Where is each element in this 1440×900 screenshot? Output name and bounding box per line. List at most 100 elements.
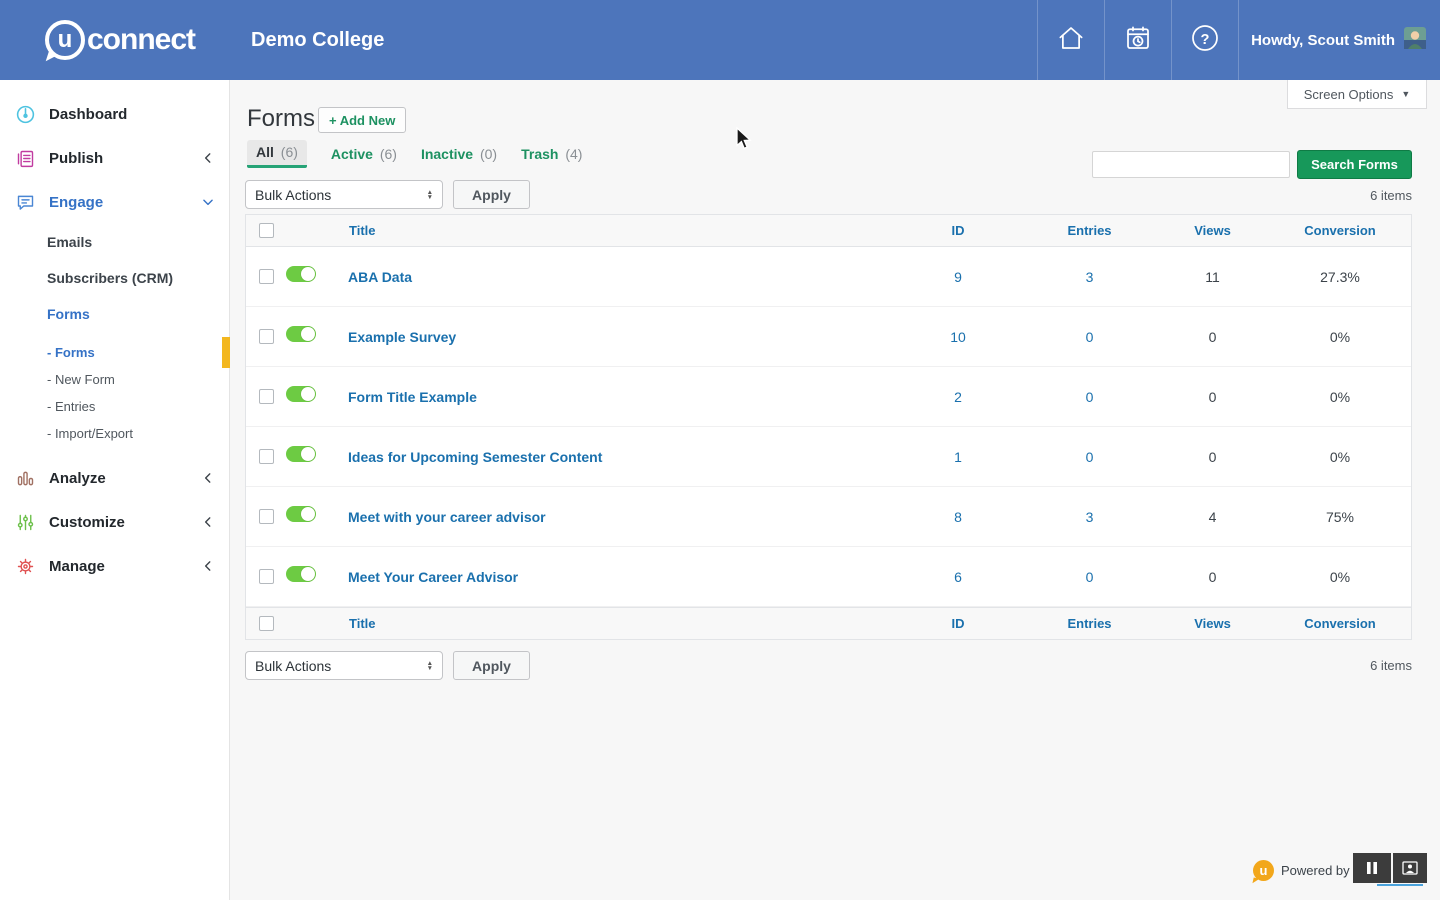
form-title-link[interactable]: Meet with your career advisor	[348, 509, 893, 525]
sidebar-label: - New Form	[47, 372, 115, 387]
video-pause-button[interactable]	[1353, 853, 1391, 883]
form-entries-link[interactable]: 0	[1023, 569, 1156, 585]
status-toggle[interactable]	[286, 506, 316, 522]
column-header-conversion[interactable]: Conversion	[1269, 616, 1411, 631]
sidebar-item-manage[interactable]: Manage	[0, 544, 229, 588]
form-title-link[interactable]: Ideas for Upcoming Semester Content	[348, 449, 893, 465]
help-icon: ?	[1189, 22, 1221, 59]
form-conversion: 0%	[1329, 568, 1351, 585]
form-title-link[interactable]: Form Title Example	[348, 389, 893, 405]
form-id-link[interactable]: 9	[893, 269, 1023, 285]
sidebar-item-emails[interactable]: Emails	[0, 224, 229, 260]
form-title-link[interactable]: Example Survey	[348, 329, 893, 345]
uconnect-logo[interactable]: u connect	[45, 20, 196, 60]
form-entries-link[interactable]: 3	[1023, 269, 1156, 285]
sidebar-item-forms[interactable]: Forms	[0, 296, 229, 332]
tab-count: (4)	[565, 146, 583, 162]
page-title: Forms	[247, 105, 315, 132]
user-menu[interactable]: Howdy, Scout Smith	[1238, 0, 1440, 80]
customize-sliders-icon	[14, 511, 36, 533]
select-all-checkbox[interactable]	[259, 223, 274, 238]
sidebar-label: - Entries	[47, 399, 96, 414]
status-toggle[interactable]	[286, 386, 316, 402]
tab-count: (6)	[379, 146, 397, 162]
tab-inactive[interactable]: Inactive (0)	[421, 142, 497, 168]
form-title-link[interactable]: ABA Data	[348, 269, 893, 285]
sidebar-item-dashboard[interactable]: Dashboard	[0, 92, 229, 136]
apply-button[interactable]: Apply	[453, 651, 530, 680]
row-checkbox[interactable]	[259, 329, 274, 344]
form-views: 4	[1208, 508, 1217, 525]
status-toggle[interactable]	[286, 266, 316, 282]
form-title-link[interactable]: Meet Your Career Advisor	[348, 569, 893, 585]
form-entries-link[interactable]: 0	[1023, 329, 1156, 345]
dashboard-gauge-icon	[14, 103, 36, 125]
sidebar-item-analyze[interactable]: Analyze	[0, 456, 229, 500]
form-conversion: 0%	[1329, 448, 1351, 465]
form-entries-link[interactable]: 0	[1023, 389, 1156, 405]
form-entries-link[interactable]: 3	[1023, 509, 1156, 525]
video-pip-button[interactable]	[1393, 853, 1427, 883]
svg-text:?: ?	[1201, 32, 1210, 48]
row-checkbox[interactable]	[259, 569, 274, 584]
sidebar-label: Subscribers (CRM)	[47, 270, 174, 286]
column-header-conversion[interactable]: Conversion	[1269, 223, 1411, 238]
column-header-id[interactable]: ID	[893, 223, 1023, 238]
form-views: 0	[1208, 328, 1217, 345]
manage-gear-icon	[14, 555, 36, 577]
user-greeting: Howdy, Scout Smith	[1251, 31, 1395, 49]
screen-options-button[interactable]: Screen Options ▼	[1287, 80, 1427, 109]
form-id-link[interactable]: 8	[893, 509, 1023, 525]
caret-down-icon: ▼	[1401, 89, 1411, 99]
row-checkbox[interactable]	[259, 509, 274, 524]
bulk-actions-select[interactable]: Bulk Actions ▲ ▼	[245, 651, 443, 680]
search-input[interactable]	[1092, 151, 1290, 178]
status-toggle[interactable]	[286, 326, 316, 342]
powered-by-text: Powered by	[1281, 863, 1350, 878]
help-button[interactable]: ?	[1171, 0, 1238, 80]
bulk-actions-select[interactable]: Bulk Actions ▲ ▼	[245, 180, 443, 209]
apply-button[interactable]: Apply	[453, 180, 530, 209]
form-id-link[interactable]: 10	[893, 329, 1023, 345]
calendar-button[interactable]	[1104, 0, 1171, 80]
column-header-entries[interactable]: Entries	[1023, 616, 1156, 631]
sidebar-subitem-new-form[interactable]: - New Form	[0, 366, 229, 393]
search-forms-button[interactable]: Search Forms	[1297, 150, 1412, 179]
form-id-link[interactable]: 1	[893, 449, 1023, 465]
sidebar-subitem-entries[interactable]: - Entries	[0, 393, 229, 420]
column-header-title[interactable]: Title	[348, 616, 893, 631]
table-row: ABA Data 9 3 11 27.3%	[246, 247, 1411, 307]
column-header-entries[interactable]: Entries	[1023, 223, 1156, 238]
chevron-left-icon	[201, 559, 215, 573]
sidebar-label: Engage	[49, 193, 104, 211]
sidebar-item-publish[interactable]: Publish	[0, 136, 229, 180]
tab-all[interactable]: All (6)	[247, 140, 307, 168]
form-id-link[interactable]: 6	[893, 569, 1023, 585]
table-row: Form Title Example 2 0 0 0%	[246, 367, 1411, 427]
column-header-views[interactable]: Views	[1156, 223, 1269, 238]
column-header-views[interactable]: Views	[1156, 616, 1269, 631]
add-new-button[interactable]: + Add New	[318, 107, 407, 133]
tab-active-forms[interactable]: Active (6)	[331, 142, 397, 168]
select-all-checkbox[interactable]	[259, 616, 274, 631]
sidebar-subitem-forms[interactable]: - Forms	[0, 337, 230, 368]
sidebar-item-subscribers[interactable]: Subscribers (CRM)	[0, 260, 229, 296]
row-checkbox[interactable]	[259, 269, 274, 284]
home-button[interactable]	[1037, 0, 1104, 80]
tab-trash[interactable]: Trash (4)	[521, 142, 582, 168]
sidebar-item-engage[interactable]: Engage	[0, 180, 229, 224]
powered-by-link-underline[interactable]	[1377, 884, 1423, 886]
status-toggle[interactable]	[286, 566, 316, 582]
column-header-id[interactable]: ID	[893, 616, 1023, 631]
status-toggle[interactable]	[286, 446, 316, 462]
row-checkbox[interactable]	[259, 449, 274, 464]
row-checkbox[interactable]	[259, 389, 274, 404]
form-entries-link[interactable]: 0	[1023, 449, 1156, 465]
form-id-link[interactable]: 2	[893, 389, 1023, 405]
column-header-title[interactable]: Title	[348, 223, 893, 238]
publish-notepad-icon	[14, 147, 36, 169]
sidebar-item-customize[interactable]: Customize	[0, 500, 229, 544]
sidebar-subitem-import-export[interactable]: - Import/Export	[0, 420, 229, 447]
table-header-row: Title ID Entries Views Conversion	[246, 215, 1411, 247]
select-arrows-icon: ▲ ▼	[426, 659, 433, 672]
